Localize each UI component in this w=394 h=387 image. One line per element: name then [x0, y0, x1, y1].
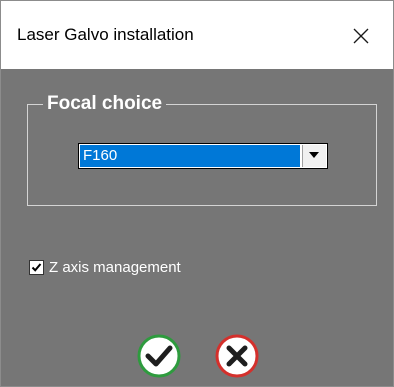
check-circle-icon [137, 334, 181, 378]
focal-group-label: Focal choice [43, 92, 167, 116]
cancel-button[interactable] [214, 333, 260, 379]
focal-selected-value[interactable]: F160 [80, 145, 300, 167]
title-bar[interactable]: Laser Galvo installation [1, 1, 393, 69]
z-axis-checkbox[interactable] [29, 260, 44, 275]
chevron-down-icon [309, 152, 319, 158]
window-title: Laser Galvo installation [17, 25, 194, 44]
close-icon [353, 28, 369, 44]
ok-button[interactable] [136, 333, 182, 379]
close-button[interactable] [341, 19, 381, 53]
focal-dropdown-button[interactable] [302, 145, 326, 167]
z-axis-label: Z axis management [49, 259, 181, 276]
focal-select[interactable]: F160 [78, 143, 328, 169]
x-circle-icon [215, 334, 259, 378]
checkmark-icon [31, 263, 42, 272]
dialog-window: Laser Galvo installation Focal choice F1… [0, 0, 394, 387]
